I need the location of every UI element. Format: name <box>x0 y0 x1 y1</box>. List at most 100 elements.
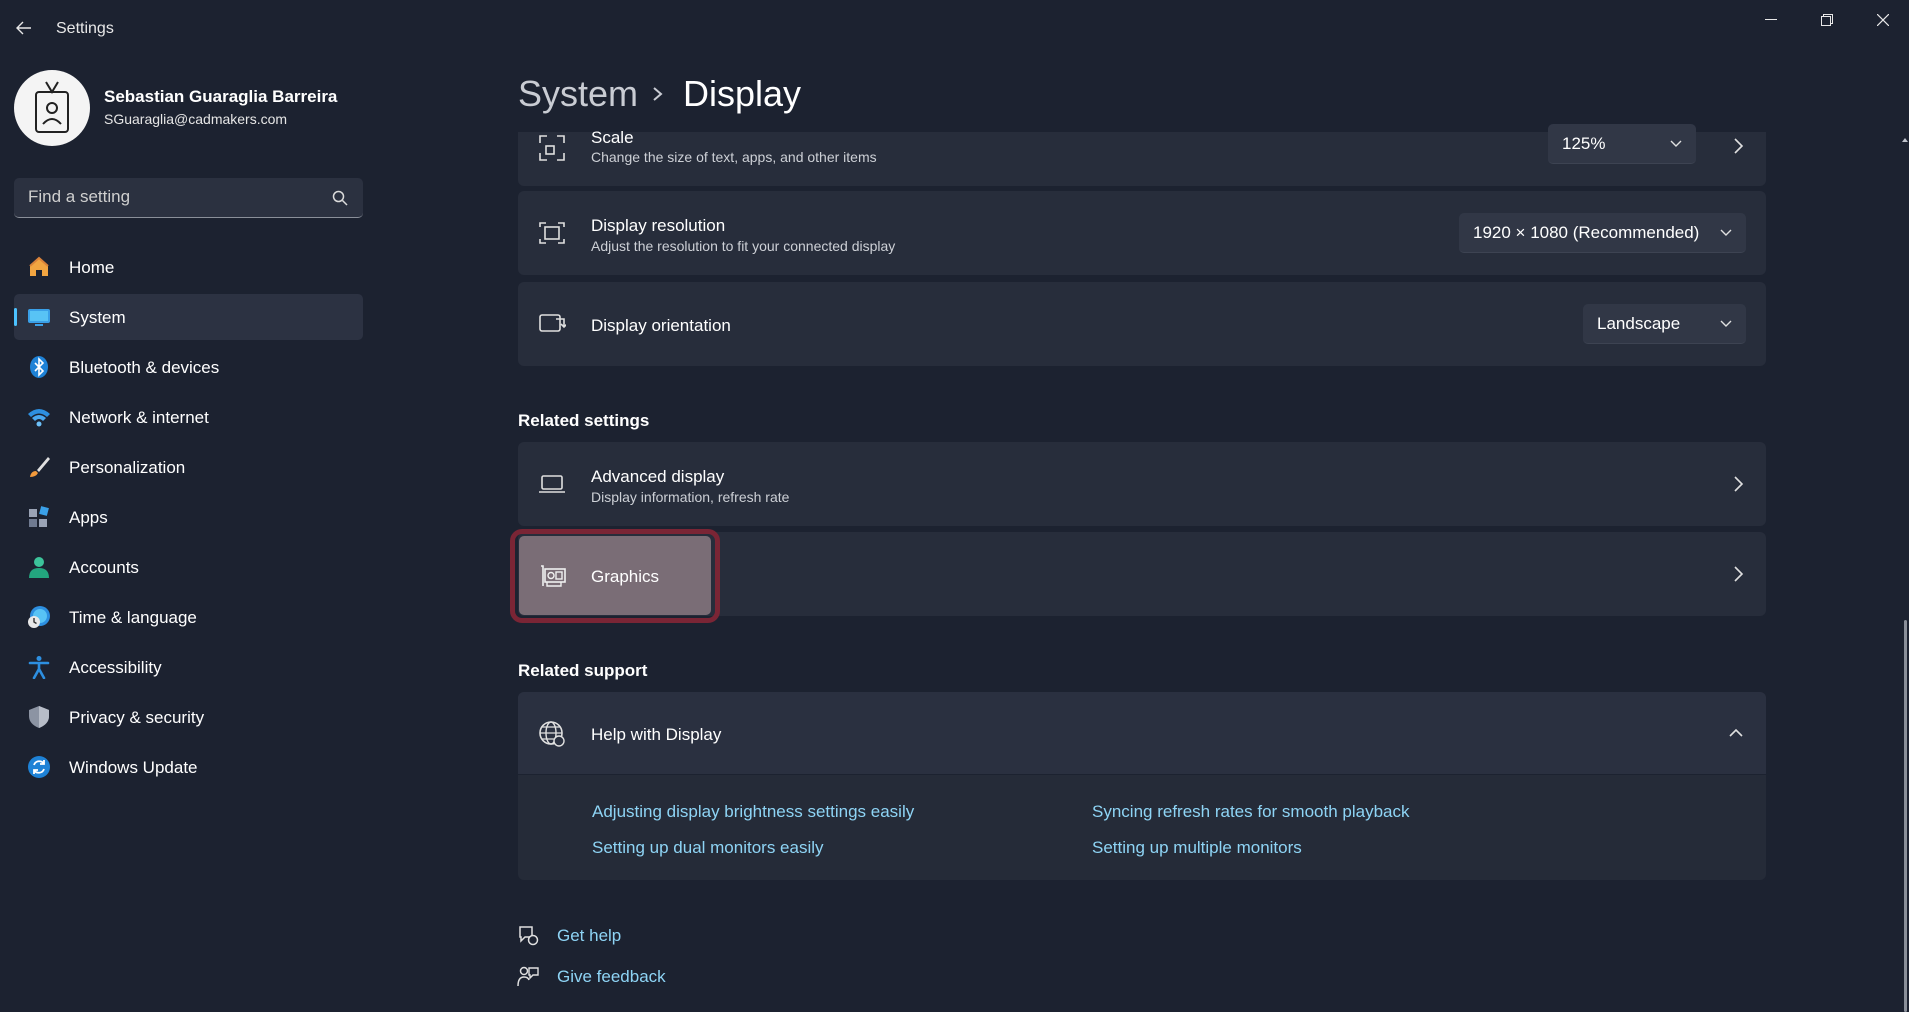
sidebar-item-label: Privacy & security <box>69 708 205 727</box>
time-language-icon <box>28 606 50 628</box>
badge-avatar-icon <box>35 81 69 133</box>
scroll-thumb[interactable] <box>1904 620 1907 1012</box>
resolution-value: 1920 × 1080 (Recommended) <box>1473 223 1700 242</box>
title-bar: Settings <box>0 0 1909 60</box>
help-link-brightness[interactable]: Adjusting display brightness settings ea… <box>592 802 914 822</box>
sidebar-item-accessibility[interactable]: Accessibility <box>14 644 363 690</box>
laptop-icon <box>539 475 565 493</box>
system-icon <box>28 309 50 326</box>
display-resolution-card[interactable]: Display resolution Adjust the resolution… <box>518 191 1766 275</box>
advanced-display-card[interactable]: Advanced display Display information, re… <box>518 442 1766 526</box>
sidebar-item-windows-update[interactable]: Windows Update <box>14 744 363 790</box>
orientation-dropdown[interactable]: Landscape <box>1583 304 1746 344</box>
sidebar-item-network[interactable]: Network & internet <box>14 394 363 440</box>
help-link-dual-monitors[interactable]: Setting up dual monitors easily <box>592 838 824 858</box>
help-with-display-header[interactable]: Help with Display <box>518 692 1766 775</box>
minimize-icon <box>1765 19 1777 20</box>
restore-button[interactable] <box>1804 4 1850 36</box>
chevron-down-icon <box>1720 229 1732 236</box>
update-icon <box>28 756 50 778</box>
accessibility-icon <box>28 656 50 679</box>
chevron-right-icon <box>1734 566 1744 582</box>
globe-help-icon <box>539 721 565 747</box>
orientation-title: Display orientation <box>591 316 731 335</box>
profile-email: SGuaraglia@cadmakers.com <box>104 111 288 127</box>
sidebar-item-label: Accounts <box>69 558 139 577</box>
help-with-display-card: Help with Display Adjusting display brig… <box>518 692 1766 880</box>
help-link-multiple-monitors[interactable]: Setting up multiple monitors <box>1092 838 1302 858</box>
sidebar-item-privacy-security[interactable]: Privacy & security <box>14 694 363 740</box>
orientation-value: Landscape <box>1597 314 1681 333</box>
sidebar-item-label: System <box>69 308 126 327</box>
profile-name: Sebastian Guaraglia Barreira <box>104 87 338 106</box>
related-support-heading: Related support <box>518 661 648 680</box>
sidebar-item-label: Home <box>69 258 115 277</box>
resolution-dropdown[interactable]: 1920 × 1080 (Recommended) <box>1459 213 1746 253</box>
back-arrow-icon <box>16 21 31 35</box>
shield-icon <box>29 706 49 728</box>
chevron-down-icon <box>1720 320 1732 327</box>
chevron-right-icon[interactable] <box>1732 137 1744 155</box>
bluetooth-icon <box>30 356 48 378</box>
help-with-display-title: Help with Display <box>591 725 722 744</box>
back-button[interactable] <box>10 14 38 42</box>
graphics-title: Graphics <box>591 567 660 586</box>
sidebar-item-label: Windows Update <box>69 758 198 777</box>
scale-card[interactable]: Scale Change the size of text, apps, and… <box>518 124 1766 186</box>
chevron-right-icon <box>653 87 663 101</box>
app-title: Settings <box>56 20 114 37</box>
sidebar-item-home[interactable]: Home <box>14 244 363 290</box>
chevron-up-icon[interactable] <box>1728 728 1744 738</box>
scale-dropdown[interactable]: 125% <box>1548 124 1696 164</box>
sidebar-item-label: Accessibility <box>69 658 162 677</box>
graphics-card-icon <box>541 565 566 587</box>
graphics-button[interactable]: Graphics <box>519 536 711 615</box>
related-settings-heading: Related settings <box>518 411 650 430</box>
sidebar-item-label: Apps <box>69 508 108 527</box>
sidebar-item-label: Time & language <box>69 608 197 627</box>
sidebar-nav: Home System Bluetooth & devices Network … <box>14 244 363 794</box>
scale-icon <box>539 135 565 161</box>
scale-value: 125% <box>1562 134 1606 153</box>
resolution-subtitle: Adjust the resolution to fit your connec… <box>591 238 896 254</box>
accounts-icon <box>29 557 49 578</box>
resolution-title: Display resolution <box>591 216 726 235</box>
chevron-right-icon <box>1734 476 1744 492</box>
home-icon <box>29 256 49 276</box>
scale-subtitle: Change the size of text, apps, and other… <box>591 149 877 165</box>
resolution-icon <box>539 222 565 244</box>
scale-title: Scale <box>591 128 634 147</box>
get-help-link[interactable]: Get help <box>557 926 621 946</box>
orientation-icon <box>539 314 566 332</box>
sidebar-item-bluetooth[interactable]: Bluetooth & devices <box>14 344 363 390</box>
apps-icon <box>29 506 49 527</box>
display-orientation-card[interactable]: Display orientation Landscape <box>518 282 1766 366</box>
sidebar-item-label: Network & internet <box>69 408 209 427</box>
minimize-button[interactable] <box>1748 4 1794 36</box>
sidebar-item-system[interactable]: System <box>14 294 363 340</box>
wifi-icon <box>28 409 50 427</box>
sidebar-item-label: Personalization <box>69 458 186 477</box>
advanced-display-subtitle: Display information, refresh rate <box>591 489 790 505</box>
close-icon <box>1877 14 1889 26</box>
avatar[interactable] <box>14 70 90 146</box>
sidebar-item-label: Bluetooth & devices <box>69 358 220 377</box>
advanced-display-title: Advanced display <box>591 467 725 486</box>
search-icon[interactable] <box>331 189 349 207</box>
restore-icon <box>1821 14 1833 26</box>
help-link-refresh-rates[interactable]: Syncing refresh rates for smooth playbac… <box>1092 802 1409 822</box>
search-box <box>14 178 363 218</box>
close-button[interactable] <box>1860 4 1906 36</box>
brush-icon <box>30 457 50 477</box>
chevron-down-icon <box>1670 140 1682 147</box>
page-title: Display <box>683 73 802 114</box>
sidebar-item-apps[interactable]: Apps <box>14 494 363 540</box>
give-feedback-icon <box>517 966 539 987</box>
sidebar-item-accounts[interactable]: Accounts <box>14 544 363 590</box>
give-feedback-link[interactable]: Give feedback <box>557 967 666 987</box>
breadcrumb-system[interactable]: System <box>518 73 638 115</box>
scroll-up-arrow-icon[interactable] <box>1901 136 1909 144</box>
search-input[interactable] <box>28 178 328 216</box>
sidebar-item-personalization[interactable]: Personalization <box>14 444 363 490</box>
sidebar-item-time-language[interactable]: Time & language <box>14 594 363 640</box>
